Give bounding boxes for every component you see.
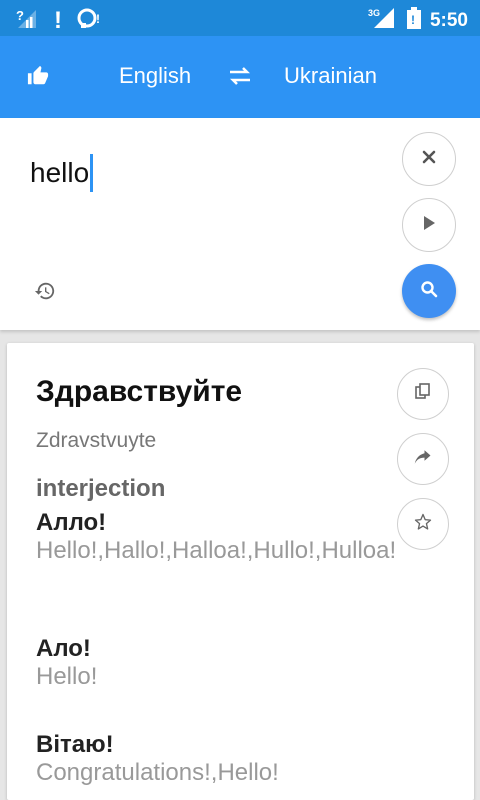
rate-button[interactable] [24, 64, 52, 92]
entry-word: Алло! [36, 509, 107, 536]
part-of-speech: interjection [36, 475, 166, 502]
signal-unknown-icon: ? [14, 6, 40, 35]
target-language-button[interactable]: Ukrainian [284, 63, 377, 89]
entry-meanings: Hello!,Hallo!,Halloa!,Hullo!,Hulloa! [36, 537, 397, 564]
translate-search-button[interactable] [402, 264, 456, 318]
input-panel: hello [0, 118, 480, 330]
svg-text:!: ! [96, 12, 100, 26]
source-language-button[interactable]: English [119, 63, 191, 89]
dictionary-entry: Алло! Hello!,Hallo!,Halloa!,Hullo!,Hullo… [36, 509, 406, 565]
history-button[interactable] [32, 280, 58, 306]
play-icon [422, 215, 436, 236]
battery-icon: ! [406, 6, 422, 35]
svg-text:3G: 3G [368, 8, 380, 18]
translation-result-card: Здравствуйте Zdravstvuyte interjection А… [7, 343, 474, 800]
swap-icon [228, 66, 252, 91]
thumbs-up-icon [27, 65, 49, 92]
copy-icon [414, 382, 432, 406]
source-text-value: hello [30, 157, 90, 188]
svg-text:?: ? [16, 8, 24, 23]
star-icon [414, 513, 432, 536]
copy-button[interactable] [397, 368, 449, 420]
notification-icon: ! [76, 6, 104, 35]
translation-text: Здравствуйте [36, 375, 243, 408]
alert-icon: ! [54, 6, 62, 34]
transliteration-text: Zdravstvuyte [36, 429, 157, 452]
dictionary-entry: Вітаю! Congratulations!,Hello! [36, 731, 406, 787]
favorite-button[interactable] [397, 498, 449, 550]
entry-meanings: Hello! [36, 663, 98, 690]
entry-word: Вітаю! [36, 731, 114, 758]
signal-3g-icon: 3G [368, 6, 398, 35]
text-caret [90, 154, 94, 192]
source-text-input[interactable]: hello [30, 154, 94, 192]
entry-meanings: Congratulations!,Hello! [36, 759, 279, 786]
status-time: 5:50 [429, 9, 468, 31]
share-button[interactable] [397, 433, 449, 485]
clear-button[interactable] [402, 132, 456, 186]
clear-icon [422, 150, 436, 169]
search-icon [420, 280, 438, 303]
svg-text:!: ! [411, 13, 415, 27]
app-bar: English Ukrainian [0, 36, 480, 118]
history-icon [34, 280, 56, 307]
status-bar: ? ! ! 3G ! 5:50 [0, 0, 480, 36]
play-source-button[interactable] [402, 198, 456, 252]
entry-word: Ало! [36, 635, 91, 662]
share-icon [414, 449, 432, 470]
dictionary-entry: Ало! Hello! [36, 635, 406, 691]
swap-languages-button[interactable] [226, 64, 254, 92]
